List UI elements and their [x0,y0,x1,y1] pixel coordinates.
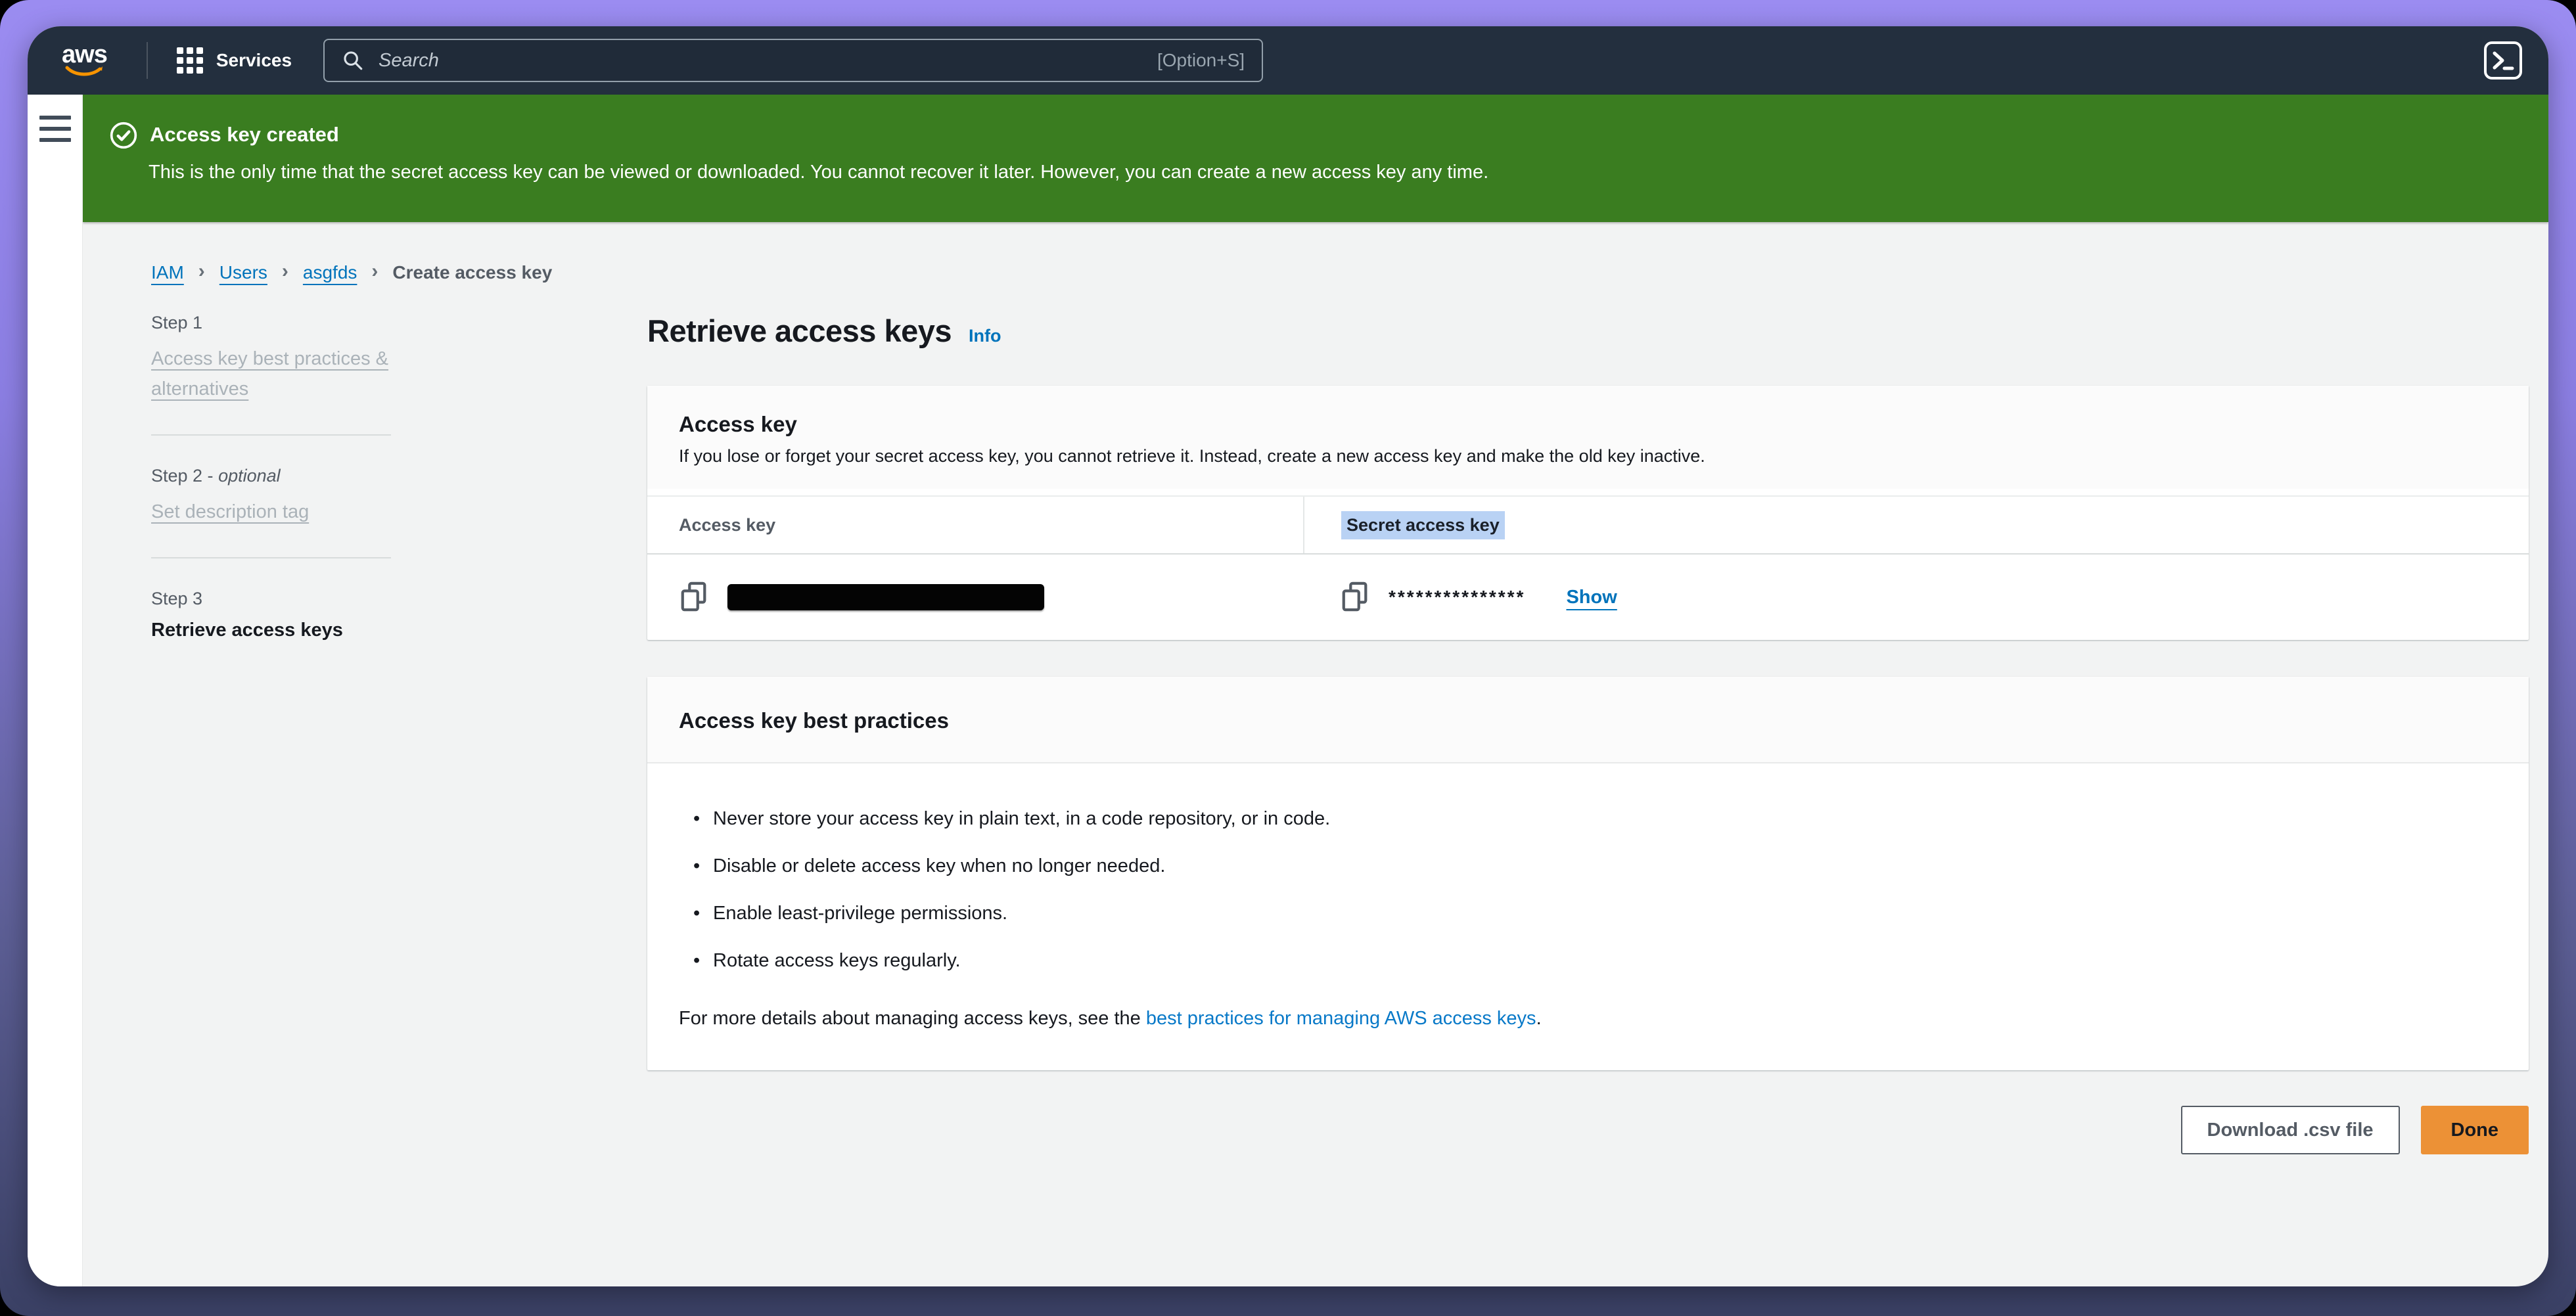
list-item: Never store your access key in plain tex… [679,805,2497,832]
best-practices-card-title: Access key best practices [679,708,2497,733]
main-column: Retrieve access keys Info Access key If … [647,313,2529,1154]
best-practices-card: Access key best practices Never store yo… [647,677,2529,1070]
list-item: Enable least-privilege permissions. [679,900,2497,926]
breadcrumb: IAM › Users › asgfds › Create access key [151,261,2529,284]
search-shortcut-hint: [Option+S] [1157,50,1245,71]
page-title: Retrieve access keys [647,313,952,349]
done-button[interactable]: Done [2421,1106,2529,1154]
copy-access-key-icon[interactable] [679,581,709,614]
show-secret-link[interactable]: Show [1566,587,1617,608]
steps-divider [151,557,391,558]
success-flashbar: Access key created This is the only time… [83,95,2548,222]
browser-window: aws Services [Option+S] [28,26,2548,1286]
breadcrumb-separator-icon: › [198,260,205,283]
secret-key-masked-value: *************** [1389,587,1525,608]
access-key-card-description: If you lose or forget your secret access… [679,446,2497,466]
copy-secret-key-icon[interactable] [1340,581,1370,614]
banner-message: This is the only time that the secret ac… [149,159,2509,185]
breadcrumb-users-link[interactable]: Users [219,262,267,283]
access-key-card: Access key If you lose or forget your se… [647,386,2529,640]
search-icon [342,49,364,72]
breadcrumb-current: Create access key [392,262,552,283]
hamburger-menu-button[interactable] [39,116,71,142]
aws-top-nav: aws Services [Option+S] [28,26,2548,95]
access-key-redacted-value [727,584,1044,610]
step2-link[interactable]: Set description tag [151,497,391,527]
services-grid-icon [177,47,203,74]
search-input[interactable] [379,50,1157,72]
aws-logo[interactable]: aws [62,43,107,78]
best-practices-doc-link[interactable]: best practices for managing AWS access k… [1146,1008,1536,1029]
breadcrumb-iam-link[interactable]: IAM [151,262,184,283]
steps-divider [151,434,391,436]
step2-optional-label: optional [218,466,281,486]
access-key-column-header: Access key [679,515,775,535]
cloudshell-terminal-icon [2487,44,2519,77]
global-search[interactable]: [Option+S] [323,39,1263,82]
breadcrumb-separator-icon: › [371,260,378,283]
left-nav-rail [28,95,83,1286]
breadcrumb-separator-icon: › [282,260,288,283]
wizard-steps-nav: Step 1 Access key best practices & alter… [151,313,391,1154]
secret-access-key-column-header: Secret access key [1341,511,1505,539]
aws-smile-icon [65,66,103,78]
aws-logo-text: aws [62,43,107,66]
step2-caption: Step 2 - optional [151,466,391,486]
step1-link[interactable]: Access key best practices & alternatives [151,344,391,404]
access-key-card-title: Access key [679,412,2497,437]
banner-title: Access key created [150,121,339,148]
breadcrumb-user-link[interactable]: asgfds [303,262,357,283]
info-link[interactable]: Info [969,326,1001,346]
step1-caption: Step 1 [151,313,391,333]
screenshot-frame: aws Services [Option+S] [0,0,2576,1316]
step3-caption: Step 3 [151,589,391,609]
services-menu-button[interactable]: Services [177,47,292,74]
wizard-actions: Download .csv file Done [647,1106,2529,1154]
success-check-icon [109,121,138,150]
list-item: Disable or delete access key when no lon… [679,853,2497,879]
page-content: IAM › Users › asgfds › Create access key… [83,222,2548,1286]
cloudshell-button[interactable] [2484,41,2522,79]
access-key-row: *************** Show [647,555,2529,640]
services-label: Services [216,50,292,71]
best-practices-footer: For more details about managing access k… [679,1008,2497,1030]
best-practices-list: Never store your access key in plain tex… [679,805,2497,974]
list-item: Rotate access keys regularly. [679,947,2497,974]
step3-current-label: Retrieve access keys [151,620,391,641]
access-key-table: Access key Secret access key [647,495,2529,640]
topbar-divider [147,42,148,79]
download-csv-button[interactable]: Download .csv file [2181,1106,2400,1154]
